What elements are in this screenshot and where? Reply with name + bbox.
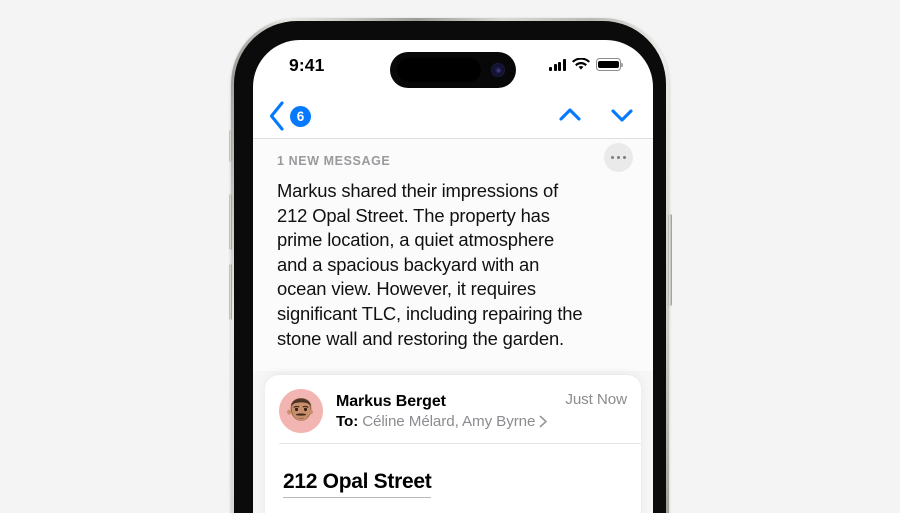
signal-bars-icon <box>549 59 566 71</box>
action-button[interactable] <box>228 130 232 162</box>
message-card: Markus Berget To: Céline Mélard, Amy Byr… <box>265 375 641 513</box>
chevron-down-icon[interactable] <box>609 100 635 130</box>
iphone-device-frame: 9:41 6 1 NEW MESSAGE Markus shared their… <box>228 18 672 513</box>
message-detail-view: 1 NEW MESSAGE Markus shared their impres… <box>253 138 653 513</box>
sender-details: Markus Berget To: Céline Mélard, Amy Byr… <box>336 393 565 430</box>
screenshot-canvas: 9:41 6 1 NEW MESSAGE Markus shared their… <box>0 0 900 513</box>
chevron-left-icon <box>269 101 284 131</box>
email-body: 212 Opal Street Hi Céline and Amy, <box>265 444 641 513</box>
battery-full-icon <box>596 58 624 71</box>
status-indicators <box>549 58 624 71</box>
email-subject: 212 Opal Street <box>283 470 432 498</box>
summary-label: 1 NEW MESSAGE <box>277 154 391 168</box>
front-camera-icon <box>491 63 505 77</box>
nav-divider <box>253 137 653 139</box>
dynamic-island-pill <box>397 58 481 82</box>
summary-text: Markus shared their impressions of 212 O… <box>277 180 583 349</box>
summary-header: 1 NEW MESSAGE <box>277 154 629 168</box>
sender-row[interactable]: Markus Berget To: Céline Mélard, Amy Byr… <box>265 375 641 443</box>
power-button[interactable] <box>668 214 672 306</box>
to-label: To: <box>336 412 359 430</box>
sender-name: Markus Berget <box>336 392 446 410</box>
ellipsis-icon[interactable] <box>604 143 633 172</box>
volume-down-button[interactable] <box>228 264 232 320</box>
phone-bezel: 9:41 6 1 NEW MESSAGE Markus shared their… <box>234 21 666 513</box>
dynamic-island[interactable] <box>390 52 516 88</box>
phone-screen: 9:41 6 1 NEW MESSAGE Markus shared their… <box>253 40 653 513</box>
back-button[interactable]: 6 <box>265 99 311 133</box>
recipients-names: Céline Mélard, Amy Byrne <box>362 412 536 430</box>
ai-summary-section: 1 NEW MESSAGE Markus shared their impres… <box>253 138 653 372</box>
recipients-line[interactable]: To: Céline Mélard, Amy Byrne <box>336 413 565 430</box>
status-time: 9:41 <box>289 55 325 75</box>
chevron-right-icon <box>540 415 548 427</box>
wifi-icon <box>572 58 590 70</box>
memoji-avatar <box>279 389 323 433</box>
navigation-bar: 6 <box>253 94 653 138</box>
message-pager <box>557 100 635 130</box>
message-timestamp: Just Now <box>565 391 627 408</box>
chevron-up-icon[interactable] <box>557 100 583 130</box>
unread-count-badge: 6 <box>290 105 311 127</box>
volume-up-button[interactable] <box>228 194 232 250</box>
